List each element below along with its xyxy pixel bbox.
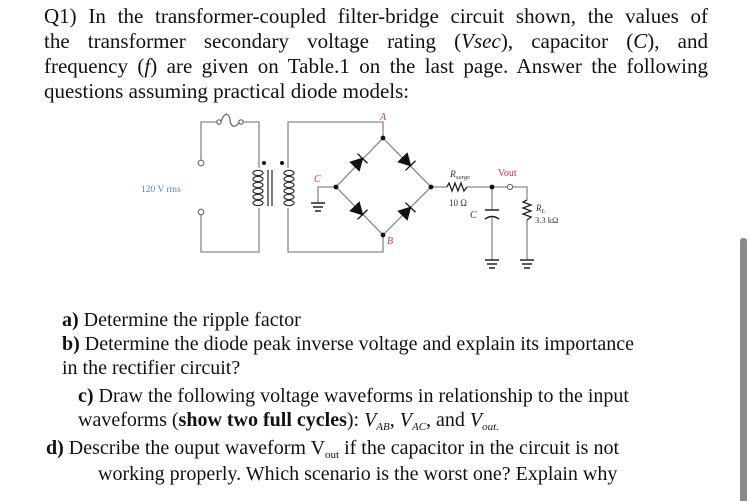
- question-text: in the rectifier circuit?: [62, 357, 241, 379]
- question-text: working properly. Which scenario is the …: [98, 463, 618, 485]
- source-voltage-label: 120 V rms: [141, 185, 181, 195]
- question-text: Determine the ripple factor: [78, 309, 301, 331]
- vout-symbol: V: [469, 409, 483, 431]
- node-a-label: A: [379, 112, 387, 123]
- primary-wire-bottom: [200, 208, 260, 253]
- question-d-line-2: working properly. Which scenario is the …: [98, 462, 617, 486]
- vout-subscript: out: [325, 449, 340, 461]
- rl-label: RL: [535, 203, 546, 215]
- primary-wire-top-right: [242, 121, 260, 168]
- question-c-line-2: waveforms (show two full cycles): VAB, V…: [78, 408, 499, 439]
- question-text: ):: [346, 409, 365, 431]
- vout-terminal: [506, 183, 514, 191]
- input-terminal-top: [197, 159, 205, 167]
- fuse-icon: [216, 113, 244, 127]
- separator: ,: [389, 409, 400, 431]
- node-b-label: B: [387, 236, 393, 247]
- node-c-label: C: [314, 174, 321, 185]
- wires: [200, 121, 528, 260]
- ground-icon: [520, 259, 534, 269]
- capacitor-label: C: [470, 210, 477, 221]
- rsurge-label: Rsurge: [449, 170, 470, 181]
- question-text: Describe the ouput waveform V: [63, 437, 326, 459]
- vab-symbol: V: [364, 409, 377, 431]
- rsurge-value: 10 Ω: [449, 198, 467, 208]
- question-tag: a): [62, 309, 79, 331]
- secondary-wire-top: [287, 121, 384, 168]
- vout-label: Vout: [498, 168, 517, 179]
- vout-subscript: out.: [482, 421, 499, 433]
- question-text: Draw the following voltage waveforms in …: [93, 385, 629, 407]
- secondary-wire-bottom: [287, 208, 384, 253]
- bridge-wires: [335, 137, 432, 236]
- rl-value: 3.3 kΩ: [535, 215, 558, 225]
- diodes: [349, 152, 416, 221]
- question-b: b) Determine the diode peak inverse volt…: [62, 332, 634, 356]
- emphasis-text: show two full cycles: [178, 409, 347, 431]
- input-terminal-bottom: [197, 208, 205, 216]
- question-tag: c): [78, 385, 94, 407]
- circuit-diagram: 120 V rms A B C Rsurge 10 Ω C Vout RL 3.…: [141, 112, 558, 269]
- vab-subscript: AB: [376, 421, 390, 433]
- rl-lead-top: [513, 186, 528, 200]
- question-a: a) Determine the ripple factor: [62, 308, 301, 332]
- secondary-coil: [283, 169, 295, 207]
- resistor-icon: [446, 181, 468, 193]
- vertical-scrollbar[interactable]: [740, 238, 747, 501]
- primary-coil: [252, 169, 264, 207]
- question-text: waveforms (: [78, 409, 179, 431]
- question-text: if the capacitor in the circuit is not: [339, 437, 619, 459]
- ground-icon: [311, 202, 325, 212]
- vac-subscript: AC: [411, 421, 427, 433]
- load-resistor-icon: [521, 199, 533, 221]
- question-tag: b): [62, 333, 80, 355]
- question-b-line-2: in the rectifier circuit?: [62, 356, 240, 380]
- question-c: c) Draw the following voltage waveforms …: [78, 384, 629, 408]
- ground-icon: [485, 259, 499, 269]
- question-text: Determine the diode peak inverse voltage…: [79, 333, 635, 355]
- question-tag: d): [46, 437, 64, 459]
- c-ground-wire: [317, 186, 336, 203]
- primary-wire-top-left: [200, 121, 218, 160]
- separator: , and: [426, 409, 470, 431]
- vac-symbol: V: [399, 409, 412, 431]
